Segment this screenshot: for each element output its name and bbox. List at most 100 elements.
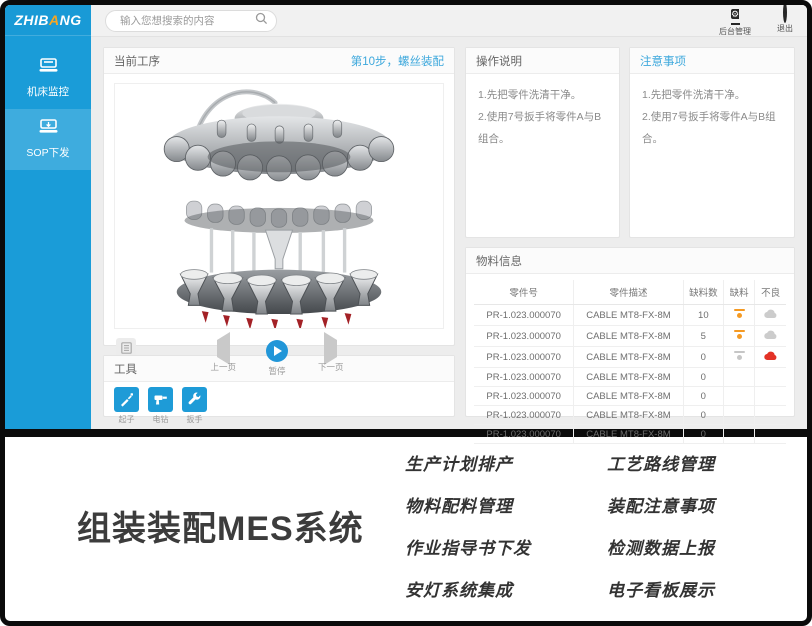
pause-label: 暂停 [266,365,288,377]
part-desc-cell: CABLE MT8-FX-8M [574,347,683,368]
sidebar-item-label: 机床监控 [27,86,69,98]
sidebar-item-sop-dispatch[interactable]: SOP下发 [5,109,91,170]
part-desc-cell: CABLE MT8-FX-8M [574,425,683,444]
feature-item: 作业指导书下发 [405,534,531,559]
part-no-cell: PR-1.023.000070 [474,326,574,347]
defect-icon-cell [755,347,786,368]
part-desc-cell: CABLE MT8-FX-8M [574,387,683,406]
shortage-qty-cell: 5 [683,326,724,347]
admin-label: 后台管理 [719,26,751,37]
app-logo: ZHIBANG [5,5,91,36]
search-input[interactable] [120,15,255,27]
part-no-cell: PR-1.023.000070 [474,406,574,425]
part-no-cell: PR-1.023.000070 [474,347,574,368]
banner-title: 组装装配MES系统 [77,501,364,550]
marketing-frame: ZHIBANG 机床监控 SOP下发 [0,0,812,626]
table-row[interactable]: PR-1.023.000070 CABLE MT8-FX-8M 5 [474,326,786,347]
feature-item: 工艺路线管理 [607,450,715,475]
shortage-icon-cell [724,425,755,444]
shortage-icon-cell [724,347,755,368]
shortage-qty-cell: 0 [683,425,724,444]
logout-label: 退出 [777,23,793,34]
defect-cloud-icon-red [764,351,778,361]
part-desc-cell: CABLE MT8-FX-8M [574,305,683,326]
right-column: 操作说明 1.先把零件洗清干净。 2.使用7号扳手将零件A与B组合。 注意事项 [465,47,795,417]
note-line: 2.使用7号扳手将零件A与B组合。 [642,106,782,150]
step-indicator: 第10步，螺丝装配 [351,53,444,69]
notes-header: 注意事项 [630,48,794,74]
search-icon[interactable] [255,12,268,30]
feature-item: 安灯系统集成 [405,576,531,601]
process-image-container [114,83,444,329]
shortage-alarm-icon [734,330,745,339]
part-desc-cell: CABLE MT8-FX-8M [574,368,683,387]
play-pause-icon [266,340,288,362]
col-shortage: 缺料 [724,280,755,305]
topbar-actions: ⚙ 后台管理 退出 [719,4,793,37]
main-area: ⚙ 后台管理 退出 当前工序 第10步，螺丝装配 [91,5,807,429]
instructions-body: 1.先把零件洗清干净。 2.使用7号扳手将零件A与B组合。 [466,74,619,160]
table-row[interactable]: PR-1.023.000070 CABLE MT8-FX-8M 0 [474,387,786,406]
tool-screwdriver[interactable]: 起子 [114,387,139,425]
tool-label: 电钻 [148,414,173,425]
feature-list: 生产计划排产 工艺路线管理 物料配料管理 装配注意事项 作业指导书下发 检测数据… [405,450,715,601]
defect-icon-cell [755,326,786,347]
table-row[interactable]: PR-1.023.000070 CABLE MT8-FX-8M 0 [474,347,786,368]
topbar: ⚙ 后台管理 退出 [91,5,807,37]
sidebar-item-label: SOP下发 [26,147,69,159]
current-process-header: 当前工序 第10步，螺丝装配 [104,48,454,74]
next-page-label: 下一页 [318,361,344,373]
sidebar-item-machine-monitor[interactable]: 机床监控 [5,48,91,109]
banner-section: 组装装配MES系统 生产计划排产 工艺路线管理 物料配料管理 装配注意事项 作业… [5,437,807,613]
shortage-icon-cell [724,368,755,387]
logout-button[interactable]: 退出 [777,4,793,37]
admin-button[interactable]: ⚙ 后台管理 [719,4,751,37]
next-page-button[interactable]: 下一页 [318,340,344,373]
tool-wrench[interactable]: 扳手 [182,387,207,425]
table-row[interactable]: PR-1.023.000070 CABLE MT8-FX-8M 10 [474,305,786,326]
machine-monitor-icon [5,58,91,78]
table-row[interactable]: PR-1.023.000070 CABLE MT8-FX-8M 0 [474,425,786,444]
part-desc-cell: CABLE MT8-FX-8M [574,406,683,425]
part-no-cell: PR-1.023.000070 [474,425,574,444]
note-line: 1.先把零件洗清干净。 [642,84,782,106]
admin-monitor-gear-icon: ⚙ [719,9,751,25]
logo-text-right: NG [60,12,82,28]
shortage-qty-cell: 0 [683,347,724,368]
table-row[interactable]: PR-1.023.000070 CABLE MT8-FX-8M 0 [474,368,786,387]
machine-exploded-view-image [115,84,443,328]
defect-cloud-icon [764,330,778,340]
notes-body: 1.先把零件洗清干净。 2.使用7号扳手将零件A与B组合。 [630,74,794,160]
defect-icon-cell [755,368,786,387]
shortage-icon-cell [724,305,755,326]
col-shortage-qty: 缺料数 [683,280,724,305]
notes-card: 注意事项 1.先把零件洗清干净。 2.使用7号扳手将零件A与B组合。 [629,47,795,238]
feature-item: 检测数据上报 [607,534,715,559]
shortage-alarm-icon [734,309,745,318]
defect-icon-cell [755,425,786,444]
instruction-line: 1.先把零件洗清干净。 [478,84,607,106]
screwdriver-icon [114,387,139,412]
feature-item: 生产计划排产 [405,450,531,475]
shortage-icon-cell [724,387,755,406]
defect-icon-cell [755,305,786,326]
left-column: 当前工序 第10步，螺丝装配 [103,47,455,417]
prev-page-label: 上一页 [210,361,236,373]
logo-accent-letter: A [49,12,60,28]
logo-text-left: ZHIB [14,12,49,28]
table-header-row: 零件号 零件描述 缺料数 缺料 不良 [474,280,786,305]
feature-item: 装配注意事项 [607,492,715,517]
tool-label: 扳手 [182,414,207,425]
shortage-qty-cell: 0 [683,368,724,387]
col-defect: 不良 [755,280,786,305]
power-icon [783,2,787,23]
prev-page-button[interactable]: 上一页 [210,340,236,373]
drill-icon [148,387,173,412]
table-row[interactable]: PR-1.023.000070 CABLE MT8-FX-8M 0 [474,406,786,425]
instructions-card: 操作说明 1.先把零件洗清干净。 2.使用7号扳手将零件A与B组合。 [465,47,620,238]
shortage-qty-cell: 0 [683,387,724,406]
tool-drill[interactable]: 电钻 [148,387,173,425]
shortage-qty-cell: 10 [683,305,724,326]
instructions-title: 操作说明 [476,53,522,69]
pause-button[interactable]: 暂停 [266,340,288,377]
